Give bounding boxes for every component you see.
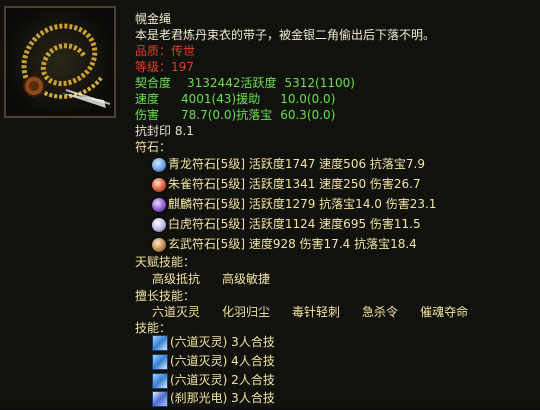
item-tooltip-panel: 幌金绳 本是老君炼丹束衣的带子，被金银二角偷出后下落不明。 品质：传世 等级：1… xyxy=(0,0,540,407)
item-description: 本是老君炼丹束衣的带子，被金银二角偷出后下落不明。 xyxy=(135,28,436,42)
stat-row-damage: 伤害 78.7(0.0)抗落宝 60.3(0.0) xyxy=(135,107,535,123)
specialty-item[interactable]: 六道灭灵 xyxy=(152,305,200,319)
gem-row[interactable]: 玄武符石[5级] 速度928 伤害17.4 抗落宝18.4 xyxy=(152,236,417,256)
technique-name: (六道灭灵) 2人合技 xyxy=(170,373,275,387)
technique-row[interactable]: (刹那光电) 3人合技 xyxy=(152,390,275,410)
technique-name: (刹那光电) 3人合技 xyxy=(170,391,275,405)
gem-stats: 活跃度1279 抗落宝14.0 伤害23.1 xyxy=(248,197,437,211)
gem-stats: 活跃度1747 速度506 抗落宝7.9 xyxy=(248,157,425,171)
gems-label: 符石： xyxy=(135,140,172,154)
gem-name: 麒麟符石[5级] xyxy=(168,197,245,211)
vermilion-bird-gem-icon xyxy=(152,177,166,192)
gem-name: 玄武符石[5级] xyxy=(168,237,245,251)
gem-name: 青龙符石[5级] xyxy=(168,157,245,171)
gem-stats: 活跃度1341 速度250 伤害26.7 xyxy=(248,177,421,191)
talents-label: 天赋技能： xyxy=(135,255,196,269)
golden-rope-item-icon xyxy=(4,6,116,118)
technique-row[interactable]: (六道灭灵) 2人合技 xyxy=(152,372,275,392)
ice-skill-icon xyxy=(152,334,168,351)
specialty-item[interactable]: 毒针轻刺 xyxy=(292,305,340,319)
gem-row[interactable]: 麒麟符石[5级] 活跃度1279 抗落宝14.0 伤害23.1 xyxy=(152,196,436,216)
talents-list: 高级抵抗 高级敏捷 xyxy=(152,271,292,287)
lightning-skill-icon xyxy=(152,390,168,407)
stat-extra-value: 60.3(0.0) xyxy=(280,108,336,122)
stat-row-affinity: 契合度 3132442活跃度 5312(1100) xyxy=(135,75,535,91)
item-level: 等级：197 xyxy=(135,60,194,74)
gem-row[interactable]: 白虎符石[5级] 活跃度1124 速度695 伤害11.5 xyxy=(152,216,421,236)
item-quality: 品质：传世 xyxy=(135,44,196,58)
talent-item[interactable]: 高级抵抗 xyxy=(152,272,200,286)
ice-skill-icon xyxy=(152,353,168,370)
technique-row[interactable]: (六道灭灵) 4人合技 xyxy=(152,353,275,373)
stat-label: 契合度 xyxy=(135,76,172,90)
stat-extra-label: 援助 xyxy=(236,92,261,106)
gem-row[interactable]: 朱雀符石[5级] 活跃度1341 速度250 伤害26.7 xyxy=(152,176,421,196)
technique-name: (六道灭灵) 3人合技 xyxy=(170,335,275,349)
technique-name: (六道灭灵) 4人合技 xyxy=(170,354,275,368)
stat-row-speed: 速度 4001(43)援助 10.0(0.0) xyxy=(135,91,535,107)
specialty-item[interactable]: 急杀令 xyxy=(362,305,398,319)
item-info: 幌金绳 本是老君炼丹束衣的带子，被金银二角偷出后下落不明。 品质：传世 等级：1… xyxy=(135,11,535,139)
gem-row[interactable]: 青龙符石[5级] 活跃度1747 速度506 抗落宝7.9 xyxy=(152,156,425,176)
stat-extra-label: 活跃度 xyxy=(240,76,277,90)
seal-resist: 抗封印 8.1 xyxy=(135,124,194,138)
gem-stats: 速度928 伤害17.4 抗落宝18.4 xyxy=(248,237,417,251)
white-tiger-gem-icon xyxy=(152,217,166,232)
specialty-item[interactable]: 化羽归尘 xyxy=(222,305,270,319)
gem-stats: 活跃度1124 速度695 伤害11.5 xyxy=(248,217,421,231)
stat-label: 伤害 xyxy=(135,108,160,122)
stat-extra-value: 10.0(0.0) xyxy=(280,92,336,106)
stat-value: 3132442 xyxy=(187,76,241,90)
ice-skill-icon xyxy=(152,372,168,389)
specialties-list: 六道灭灵 化羽归尘 毒针轻刺 急杀令 催魂夺命 xyxy=(152,304,490,320)
item-name: 幌金绳 xyxy=(135,12,172,26)
talent-item[interactable]: 高级敏捷 xyxy=(222,272,270,286)
black-tortoise-gem-icon xyxy=(152,237,166,252)
qilin-gem-icon xyxy=(152,197,166,212)
specialty-item[interactable]: 催魂夺命 xyxy=(420,305,468,319)
stat-extra-value: 5312(1100) xyxy=(284,76,355,90)
stat-value: 4001(43) xyxy=(181,92,237,106)
stat-extra-label: 抗落宝 xyxy=(236,108,273,122)
gem-name: 白虎符石[5级] xyxy=(168,217,245,231)
azure-dragon-gem-icon xyxy=(152,157,166,172)
specialties-label: 擅长技能： xyxy=(135,289,196,303)
gem-name: 朱雀符石[5级] xyxy=(168,177,245,191)
stat-label: 速度 xyxy=(135,92,160,106)
technique-row[interactable]: (六道灭灵) 3人合技 xyxy=(152,334,275,354)
stat-value: 78.7(0.0) xyxy=(181,108,237,122)
